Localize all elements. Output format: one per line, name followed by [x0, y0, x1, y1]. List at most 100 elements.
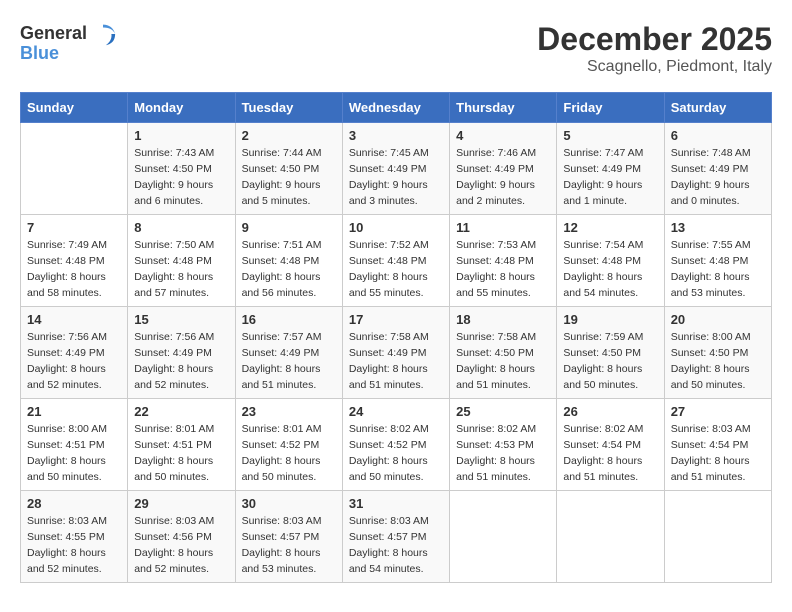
- day-number: 4: [456, 128, 550, 143]
- day-cell: 31Sunrise: 8:03 AMSunset: 4:57 PMDayligh…: [342, 491, 449, 583]
- day-info: Sunrise: 8:01 AMSunset: 4:51 PMDaylight:…: [134, 422, 228, 485]
- day-cell: 10 Sunrise: 7:52 AMSunset: 4:48 PMDayligh…: [342, 215, 449, 307]
- day-number: 13: [671, 220, 765, 235]
- day-number: 2: [242, 128, 336, 143]
- day-info: Sunrise: 7:55 AMSunset: 4:48 PMDaylight:…: [671, 238, 765, 301]
- day-cell: 9Sunrise: 7:51 AMSunset: 4:48 PMDaylight…: [235, 215, 342, 307]
- day-cell: [664, 491, 771, 583]
- day-number: 31: [349, 496, 443, 511]
- day-number: 17: [349, 312, 443, 327]
- header-sunday: Sunday: [21, 93, 128, 123]
- day-info: Sunrise: 7:52 AMSunset: 4:48 PMDaylight:…: [349, 238, 443, 301]
- day-info: Sunrise: 8:03 AMSunset: 4:54 PMDaylight:…: [671, 422, 765, 485]
- day-number: 8: [134, 220, 228, 235]
- day-info: Sunrise: 7:56 AMSunset: 4:49 PMDaylight:…: [134, 330, 228, 393]
- header-monday: Monday: [128, 93, 235, 123]
- logo-general: General: [20, 24, 87, 44]
- day-info: Sunrise: 8:02 AMSunset: 4:54 PMDaylight:…: [563, 422, 657, 485]
- day-number: 25: [456, 404, 550, 419]
- day-number: 12: [563, 220, 657, 235]
- day-cell: 3Sunrise: 7:45 AMSunset: 4:49 PMDaylight…: [342, 123, 449, 215]
- day-info: Sunrise: 7:58 AMSunset: 4:50 PMDaylight:…: [456, 330, 550, 393]
- title-section: December 2025 Scagnello, Piedmont, Italy: [537, 20, 772, 76]
- logo: General Blue: [20, 20, 117, 64]
- day-info: Sunrise: 7:44 AMSunset: 4:50 PMDaylight:…: [242, 146, 336, 209]
- day-cell: 5Sunrise: 7:47 AMSunset: 4:49 PMDaylight…: [557, 123, 664, 215]
- week-row-0: 1Sunrise: 7:43 AMSunset: 4:50 PMDaylight…: [21, 123, 772, 215]
- day-number: 6: [671, 128, 765, 143]
- day-info: Sunrise: 8:02 AMSunset: 4:52 PMDaylight:…: [349, 422, 443, 485]
- day-info: Sunrise: 8:03 AMSunset: 4:55 PMDaylight:…: [27, 514, 121, 577]
- day-number: 15: [134, 312, 228, 327]
- day-cell: 20Sunrise: 8:00 AMSunset: 4:50 PMDayligh…: [664, 307, 771, 399]
- header-wednesday: Wednesday: [342, 93, 449, 123]
- day-number: 18: [456, 312, 550, 327]
- day-number: 16: [242, 312, 336, 327]
- day-info: Sunrise: 8:01 AMSunset: 4:52 PMDaylight:…: [242, 422, 336, 485]
- day-cell: 7Sunrise: 7:49 AMSunset: 4:48 PMDaylight…: [21, 215, 128, 307]
- day-cell: 21 Sunrise: 8:00 AMSunset: 4:51 PMDayligh…: [21, 399, 128, 491]
- day-info: Sunrise: 7:50 AMSunset: 4:48 PMDaylight:…: [134, 238, 228, 301]
- logo-icon: [89, 20, 117, 48]
- day-number: 27: [671, 404, 765, 419]
- day-cell: 30 Sunrise: 8:03 AMSunset: 4:57 PMDayligh…: [235, 491, 342, 583]
- week-row-3: 21 Sunrise: 8:00 AMSunset: 4:51 PMDayligh…: [21, 399, 772, 491]
- day-cell: 27 Sunrise: 8:03 AMSunset: 4:54 PMDayligh…: [664, 399, 771, 491]
- day-info: Sunrise: 7:45 AMSunset: 4:49 PMDaylight:…: [349, 146, 443, 209]
- header-thursday: Thursday: [450, 93, 557, 123]
- day-number: 21: [27, 404, 121, 419]
- day-cell: 26Sunrise: 8:02 AMSunset: 4:54 PMDayligh…: [557, 399, 664, 491]
- day-number: 11: [456, 220, 550, 235]
- day-number: 7: [27, 220, 121, 235]
- day-cell: 16 Sunrise: 7:57 AMSunset: 4:49 PMDayligh…: [235, 307, 342, 399]
- day-cell: 15 Sunrise: 7:56 AMSunset: 4:49 PMDayligh…: [128, 307, 235, 399]
- page-header: General Blue December 2025 Scagnello, Pi…: [20, 20, 772, 76]
- header-tuesday: Tuesday: [235, 93, 342, 123]
- day-cell: 12 Sunrise: 7:54 AMSunset: 4:48 PMDayligh…: [557, 215, 664, 307]
- day-number: 20: [671, 312, 765, 327]
- day-cell: 17 Sunrise: 7:58 AMSunset: 4:49 PMDayligh…: [342, 307, 449, 399]
- week-row-1: 7Sunrise: 7:49 AMSunset: 4:48 PMDaylight…: [21, 215, 772, 307]
- day-cell: 2 Sunrise: 7:44 AMSunset: 4:50 PMDaylight…: [235, 123, 342, 215]
- day-cell: 25 Sunrise: 8:02 AMSunset: 4:53 PMDayligh…: [450, 399, 557, 491]
- day-number: 14: [27, 312, 121, 327]
- day-number: 5: [563, 128, 657, 143]
- day-cell: 18 Sunrise: 7:58 AMSunset: 4:50 PMDayligh…: [450, 307, 557, 399]
- day-cell: 4 Sunrise: 7:46 AMSunset: 4:49 PMDaylight…: [450, 123, 557, 215]
- day-number: 9: [242, 220, 336, 235]
- day-number: 23: [242, 404, 336, 419]
- day-number: 28: [27, 496, 121, 511]
- day-cell: 1Sunrise: 7:43 AMSunset: 4:50 PMDaylight…: [128, 123, 235, 215]
- day-cell: 6 Sunrise: 7:48 AMSunset: 4:49 PMDaylight…: [664, 123, 771, 215]
- day-info: Sunrise: 7:46 AMSunset: 4:49 PMDaylight:…: [456, 146, 550, 209]
- day-cell: 24Sunrise: 8:02 AMSunset: 4:52 PMDayligh…: [342, 399, 449, 491]
- day-number: 10: [349, 220, 443, 235]
- day-number: 19: [563, 312, 657, 327]
- day-number: 22: [134, 404, 228, 419]
- day-cell: [557, 491, 664, 583]
- day-info: Sunrise: 8:02 AMSunset: 4:53 PMDaylight:…: [456, 422, 550, 485]
- day-cell: 14 Sunrise: 7:56 AMSunset: 4:49 PMDayligh…: [21, 307, 128, 399]
- day-cell: [21, 123, 128, 215]
- day-info: Sunrise: 7:58 AMSunset: 4:49 PMDaylight:…: [349, 330, 443, 393]
- day-cell: 29Sunrise: 8:03 AMSunset: 4:56 PMDayligh…: [128, 491, 235, 583]
- day-info: Sunrise: 8:03 AMSunset: 4:56 PMDaylight:…: [134, 514, 228, 577]
- day-info: Sunrise: 7:48 AMSunset: 4:49 PMDaylight:…: [671, 146, 765, 209]
- day-info: Sunrise: 7:43 AMSunset: 4:50 PMDaylight:…: [134, 146, 228, 209]
- week-row-2: 14 Sunrise: 7:56 AMSunset: 4:49 PMDayligh…: [21, 307, 772, 399]
- header-saturday: Saturday: [664, 93, 771, 123]
- day-info: Sunrise: 7:54 AMSunset: 4:48 PMDaylight:…: [563, 238, 657, 301]
- day-info: Sunrise: 8:03 AMSunset: 4:57 PMDaylight:…: [242, 514, 336, 577]
- day-info: Sunrise: 7:57 AMSunset: 4:49 PMDaylight:…: [242, 330, 336, 393]
- day-info: Sunrise: 7:56 AMSunset: 4:49 PMDaylight:…: [27, 330, 121, 393]
- logo-blue: Blue: [20, 44, 59, 64]
- day-cell: 23 Sunrise: 8:01 AMSunset: 4:52 PMDayligh…: [235, 399, 342, 491]
- calendar-header-row: SundayMondayTuesdayWednesdayThursdayFrid…: [21, 93, 772, 123]
- day-number: 30: [242, 496, 336, 511]
- day-info: Sunrise: 7:59 AMSunset: 4:50 PMDaylight:…: [563, 330, 657, 393]
- calendar: SundayMondayTuesdayWednesdayThursdayFrid…: [20, 92, 772, 583]
- day-cell: [450, 491, 557, 583]
- day-info: Sunrise: 7:53 AMSunset: 4:48 PMDaylight:…: [456, 238, 550, 301]
- day-cell: 28 Sunrise: 8:03 AMSunset: 4:55 PMDayligh…: [21, 491, 128, 583]
- day-info: Sunrise: 8:00 AMSunset: 4:51 PMDaylight:…: [27, 422, 121, 485]
